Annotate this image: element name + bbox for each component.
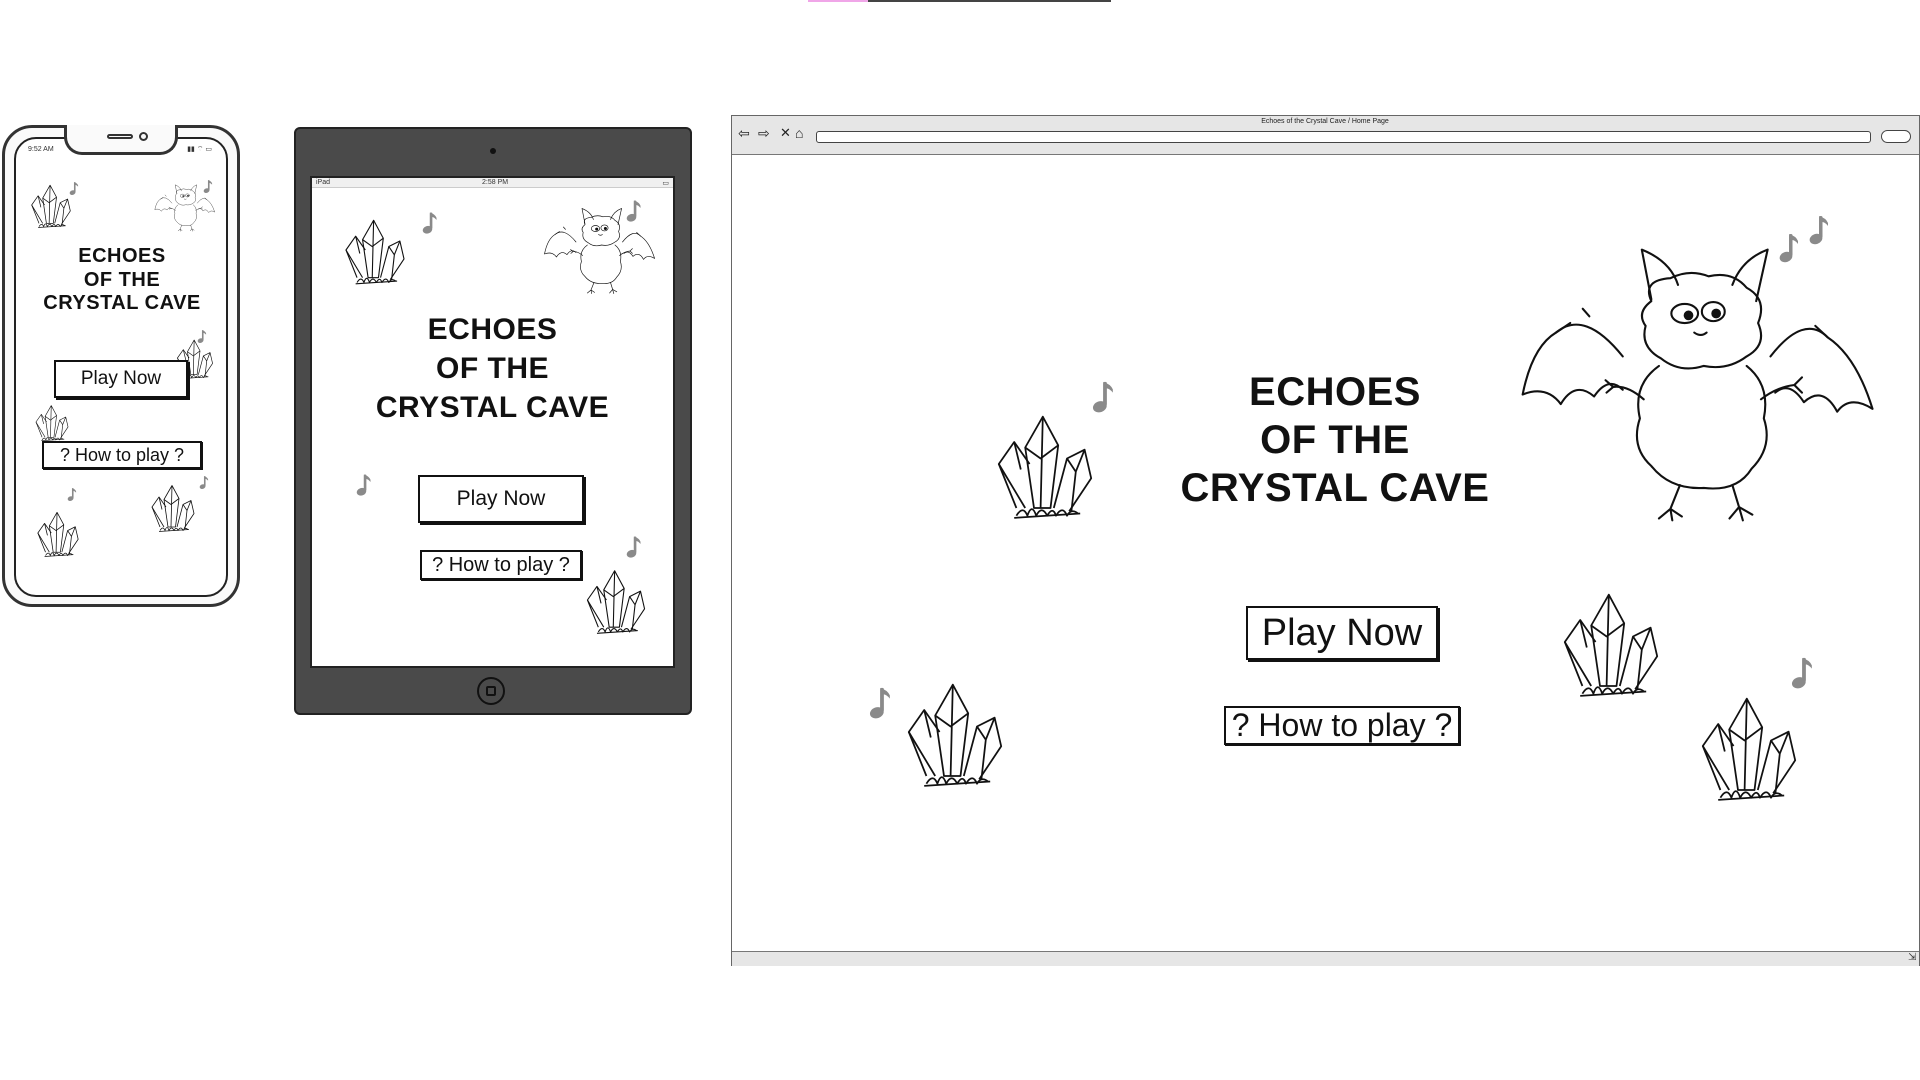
phone-speaker <box>107 134 133 139</box>
crystal-icon <box>1556 580 1666 704</box>
top-progress-strip <box>0 0 1920 2</box>
phone-camera <box>139 132 148 141</box>
browser-how-to-play-button[interactable]: ? How to play ? <box>1224 706 1460 745</box>
music-note-icon <box>1776 230 1800 266</box>
top-strip-dark <box>868 0 1111 2</box>
back-arrow-icon[interactable]: ⇦ <box>738 125 750 141</box>
tablet-play-now-button[interactable]: Play Now <box>418 475 584 523</box>
crystal-icon <box>34 505 82 561</box>
tablet-status-carrier: iPad <box>316 179 331 186</box>
music-note-icon <box>420 210 438 236</box>
bat-icon <box>1510 242 1888 528</box>
music-note-icon <box>68 181 79 196</box>
top-strip-accent <box>808 0 868 2</box>
browser-url-field[interactable] <box>816 131 1871 143</box>
tablet-home-button[interactable] <box>477 677 505 705</box>
tablet-screen: iPad 2:58 PM ▭ ECHOES OF THE CRYSTAL CAV… <box>310 176 675 668</box>
crystal-icon <box>990 402 1100 526</box>
music-note-icon <box>354 472 372 498</box>
music-note-icon <box>66 487 77 502</box>
music-note-icon <box>196 329 207 344</box>
tablet-how-to-play-button[interactable]: ? How to play ? <box>420 550 582 580</box>
browser-status-bar <box>732 951 1919 966</box>
tablet-status-time: 2:58 PM <box>482 179 509 186</box>
close-icon[interactable]: ✕ <box>780 125 791 141</box>
crystal-icon <box>1694 684 1804 808</box>
tablet-game-title: ECHOES OF THE CRYSTAL CAVE <box>375 313 610 424</box>
phone-play-now-button[interactable]: Play Now <box>54 360 188 398</box>
music-note-icon <box>1089 378 1115 416</box>
crystal-icon <box>340 212 410 288</box>
forward-arrow-icon[interactable]: ⇨ <box>758 125 770 141</box>
music-note-icon <box>202 179 213 194</box>
browser-game-title: ECHOES OF THE CRYSTAL CAVE <box>1180 370 1490 510</box>
browser-window-title: Echoes of the Crystal Cave / Home Page <box>1261 118 1389 125</box>
browser-search-pill[interactable] <box>1881 130 1911 143</box>
tablet-status-bar: iPad 2:58 PM ▭ <box>312 178 673 188</box>
phone-status-time: 9:52 AM <box>28 146 54 153</box>
phone-screen: 9:52 AM ▮▮ ⌔ ▭ ECHOES OF THE CRYSTAL CAV… <box>14 137 228 597</box>
home-icon[interactable]: ⌂ <box>795 125 803 141</box>
tablet-camera <box>490 148 496 154</box>
music-note-icon <box>624 198 642 224</box>
phone-game-title: ECHOES OF THE CRYSTAL CAVE <box>43 245 201 315</box>
phone-status-icons: ▮▮ ⌔ ▭ <box>187 146 212 153</box>
music-note-icon <box>624 534 642 560</box>
crystal-icon <box>30 401 74 443</box>
crystal-icon <box>900 670 1010 794</box>
crystal-icon <box>148 479 198 535</box>
phone-notch <box>64 125 178 155</box>
music-note-icon <box>1806 212 1830 248</box>
music-note-icon <box>866 684 892 722</box>
phone-how-to-play-button[interactable]: ? How to play ? <box>42 441 202 469</box>
browser-play-now-button[interactable]: Play Now <box>1246 606 1438 660</box>
music-note-icon <box>198 475 209 490</box>
resize-grip-icon[interactable]: ⇲ <box>1908 952 1916 963</box>
crystal-icon <box>582 562 650 638</box>
tablet-battery-icon: ▭ <box>662 180 669 187</box>
